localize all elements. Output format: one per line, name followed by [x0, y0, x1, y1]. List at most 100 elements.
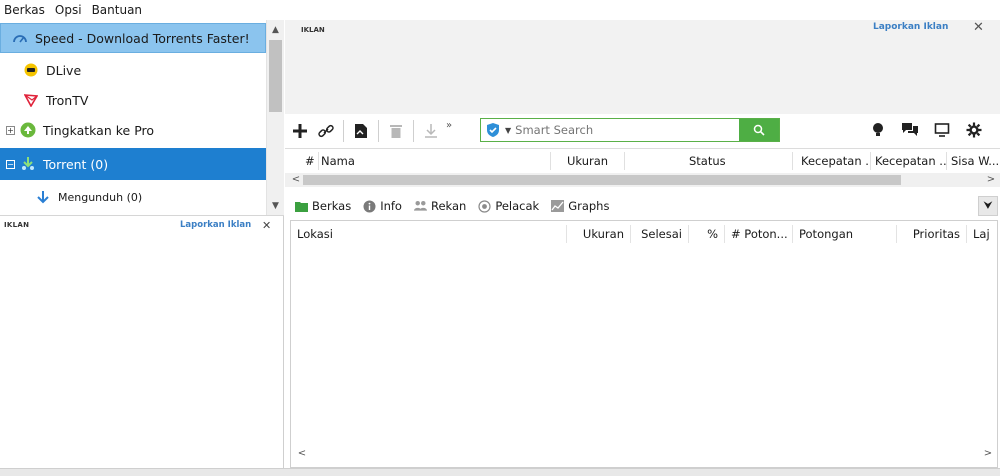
graphs-icon: [551, 200, 565, 213]
sidebar-item-label: Speed - Download Torrents Faster!: [35, 30, 250, 46]
more-chevron-icon[interactable]: »: [446, 120, 452, 131]
col-status[interactable]: Status: [683, 152, 793, 170]
sidebar-item-label: Mengunduh (0): [58, 190, 143, 204]
col-jumlah-potongan[interactable]: # Poton...: [725, 225, 793, 243]
download-icon[interactable]: [418, 119, 444, 143]
add-link-icon[interactable]: [313, 119, 339, 143]
ad-left-header: IKLAN Laporkan Iklan ✕: [0, 217, 284, 233]
col-laju[interactable]: Laj: [967, 225, 997, 243]
scroll-right-icon[interactable]: >: [984, 173, 998, 187]
report-ad-link[interactable]: Laporkan Iklan: [180, 220, 251, 230]
pro-icon: [19, 121, 37, 139]
ad-label: IKLAN: [301, 26, 325, 34]
peers-icon: [413, 200, 427, 213]
col-ukuran[interactable]: Ukuran: [567, 225, 631, 243]
sidebar-item-label: Tingkatkan ke Pro: [43, 122, 155, 138]
col-lokasi[interactable]: Lokasi: [291, 225, 567, 243]
files-horizontal-scrollbar[interactable]: < >: [291, 447, 997, 461]
col-ukuran[interactable]: Ukuran: [561, 152, 625, 170]
menu-bantuan[interactable]: Bantuan: [92, 3, 142, 17]
scroll-up-icon[interactable]: ▲: [267, 22, 284, 38]
report-ad-link[interactable]: Laporkan Iklan: [873, 22, 948, 32]
sidebar-item-speed[interactable]: Speed - Download Torrents Faster!: [0, 23, 266, 53]
dlive-icon: [22, 61, 40, 79]
toolbar-separator: [343, 120, 344, 142]
status-bar: [0, 468, 1000, 476]
files-icon: [295, 200, 308, 213]
close-icon[interactable]: ✕: [262, 219, 271, 232]
tab-berkas[interactable]: Berkas: [291, 195, 356, 217]
col-kecepatan-unduh[interactable]: Kecepatan ...: [795, 152, 871, 170]
tab-label: Berkas: [312, 199, 352, 213]
list-horizontal-scrollbar[interactable]: < >: [285, 173, 1000, 187]
collapse-panel-icon[interactable]: ⮟: [978, 196, 998, 216]
add-torrent-icon[interactable]: [287, 119, 313, 143]
search-button[interactable]: [739, 119, 779, 141]
close-icon[interactable]: ✕: [973, 20, 984, 35]
tab-pelacak[interactable]: Pelacak: [474, 195, 543, 217]
chat-icon[interactable]: [897, 118, 923, 142]
left-panel: Speed - Download Torrents Faster! DLive …: [0, 20, 284, 468]
tab-label: Graphs: [568, 199, 610, 213]
sidebar: Speed - Download Torrents Faster! DLive …: [0, 20, 284, 216]
files-table: Lokasi Ukuran Selesai % # Poton... Poton…: [290, 220, 998, 468]
create-torrent-icon[interactable]: [348, 119, 374, 143]
gear-icon[interactable]: [961, 118, 987, 142]
menu-bar: Berkas Opsi Bantuan: [0, 0, 1000, 20]
bulb-icon[interactable]: [865, 118, 891, 142]
sidebar-scrollbar[interactable]: ▲ ▼: [266, 20, 284, 215]
sidebar-item-label: Torrent (0): [43, 156, 109, 172]
col-potongan[interactable]: Potongan: [793, 225, 897, 243]
col-prioritas[interactable]: Prioritas: [897, 225, 967, 243]
torrent-list-header: # Nama Ukuran Status Kecepatan ... Kecep…: [285, 149, 1000, 171]
col-percent[interactable]: %: [689, 225, 725, 243]
sidebar-item-dlive[interactable]: DLive: [0, 56, 266, 84]
tracker-icon: [478, 199, 491, 213]
scroll-right-icon[interactable]: >: [981, 447, 995, 461]
expand-icon[interactable]: +: [6, 125, 15, 135]
tab-graphs[interactable]: Graphs: [547, 195, 613, 217]
chevron-down-icon[interactable]: ▼: [505, 126, 511, 135]
tab-label: Rekan: [430, 199, 467, 213]
menu-opsi[interactable]: Opsi: [55, 3, 82, 17]
torrent-list: # Nama Ukuran Status Kecepatan ... Kecep…: [285, 148, 1000, 187]
col-selesai[interactable]: Selesai: [631, 225, 689, 243]
sidebar-item-mengunduh[interactable]: Mengunduh (0): [0, 183, 266, 211]
trontv-icon: [22, 91, 40, 109]
sidebar-item-label: TronTV: [46, 92, 89, 108]
toolbar-right: [865, 118, 993, 142]
scroll-left-icon[interactable]: <: [295, 447, 309, 461]
detail-tabs: Berkas Info Rekan Pelacak Graphs ⮟: [285, 194, 1000, 218]
tab-label: Info: [380, 199, 402, 213]
tab-rekan[interactable]: Rekan: [410, 195, 470, 217]
torrent-icon: [19, 155, 37, 173]
scroll-down-icon[interactable]: ▼: [267, 198, 284, 214]
scroll-thumb[interactable]: [269, 40, 282, 112]
ad-label: IKLAN: [4, 221, 30, 229]
ad-top-banner: IKLAN Laporkan Iklan ✕: [285, 20, 1000, 114]
toolbar: » ▼: [285, 116, 1000, 146]
sidebar-item-pro[interactable]: + Tingkatkan ke Pro: [0, 115, 266, 145]
collapse-icon[interactable]: −: [6, 159, 15, 169]
scroll-thumb[interactable]: [303, 175, 901, 185]
sidebar-item-label: DLive: [46, 62, 82, 78]
smart-search[interactable]: ▼: [480, 118, 780, 142]
tab-label: Pelacak: [495, 199, 540, 213]
toolbar-separator: [378, 120, 379, 142]
tab-info[interactable]: Info: [359, 195, 406, 217]
scroll-left-icon[interactable]: <: [289, 173, 303, 187]
toolbar-separator: [413, 120, 414, 142]
col-nama[interactable]: Nama: [315, 152, 551, 170]
shield-icon: [485, 122, 501, 138]
download-arrow-icon: [34, 188, 52, 206]
sidebar-item-torrent[interactable]: − Torrent (0): [0, 148, 266, 180]
delete-icon[interactable]: [383, 119, 409, 143]
search-icon: [753, 124, 765, 136]
info-icon: [363, 200, 376, 213]
sidebar-item-trontv[interactable]: TronTV: [0, 86, 266, 114]
col-sisa-waktu[interactable]: Sisa W...: [945, 152, 1000, 170]
search-input[interactable]: [515, 123, 716, 137]
monitor-icon[interactable]: [929, 118, 955, 142]
menu-berkas[interactable]: Berkas: [4, 3, 45, 17]
col-kecepatan-unggah[interactable]: Kecepatan ...: [869, 152, 947, 170]
